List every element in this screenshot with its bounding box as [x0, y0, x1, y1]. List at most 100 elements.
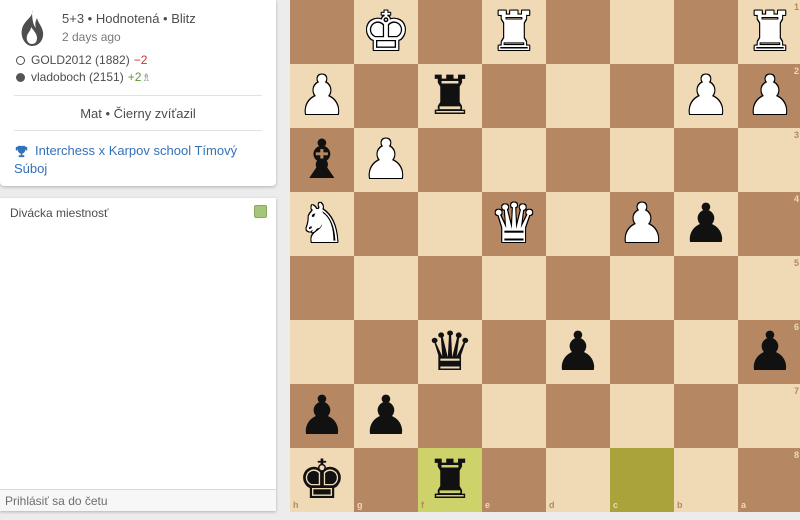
square-d1[interactable] [546, 0, 610, 64]
square-f7[interactable] [418, 384, 482, 448]
black-pawn-piece[interactable]: ♟ [290, 384, 354, 448]
square-g3[interactable]: ♟ [354, 128, 418, 192]
square-e5[interactable] [482, 256, 546, 320]
square-h3[interactable]: ♝ [290, 128, 354, 192]
chat-input[interactable] [0, 489, 276, 511]
square-b8[interactable]: b [674, 448, 738, 512]
black-pawn-piece[interactable]: ♟ [546, 320, 610, 384]
black-bishop-piece[interactable]: ♝ [290, 128, 354, 192]
square-g7[interactable]: ♟ [354, 384, 418, 448]
white-pawn-piece[interactable]: ♟ [738, 64, 800, 128]
square-c6[interactable] [610, 320, 674, 384]
square-d6[interactable]: ♟ [546, 320, 610, 384]
tournament-link[interactable]: Interchess x Karpov school Tímový Súboj [14, 142, 254, 178]
square-d2[interactable] [546, 64, 610, 128]
square-b1[interactable] [674, 0, 738, 64]
chess-board[interactable]: ♚ ♜ 1 ♜ ♟ ♜ ♟ 2 ♟ ♝ ♟ 3 ♞ ♛ ♟ ♟ 4 5 ♛ ♟ 6 ♟ ♟ ♟ 7 h ♚ g f ♜ e d c b 8 a [290, 0, 800, 520]
square-d4[interactable] [546, 192, 610, 256]
square-g8[interactable]: g [354, 448, 418, 512]
file-label: b [677, 500, 683, 510]
white-pawn-piece[interactable]: ♟ [674, 64, 738, 128]
square-h5[interactable] [290, 256, 354, 320]
square-h8[interactable]: h ♚ [290, 448, 354, 512]
square-b5[interactable] [674, 256, 738, 320]
square-a5[interactable]: 5 [738, 256, 800, 320]
square-a7[interactable]: 7 [738, 384, 800, 448]
square-a1[interactable]: 1 ♜ [738, 0, 800, 64]
square-d8[interactable]: d [546, 448, 610, 512]
square-h7[interactable]: ♟ [290, 384, 354, 448]
black-color-icon [16, 73, 25, 82]
rank-label: 4 [793, 194, 799, 204]
square-e2[interactable] [482, 64, 546, 128]
square-g5[interactable] [354, 256, 418, 320]
square-e6[interactable] [482, 320, 546, 384]
file-label: e [485, 500, 491, 510]
square-e8[interactable]: e [482, 448, 546, 512]
black-pawn-piece[interactable]: ♟ [674, 192, 738, 256]
square-e3[interactable] [482, 128, 546, 192]
black-rook-piece[interactable]: ♜ [418, 448, 482, 512]
square-a3[interactable]: 3 [738, 128, 800, 192]
spectator-chat: Divácka miestnosť [0, 198, 276, 511]
square-f3[interactable] [418, 128, 482, 192]
square-f1[interactable] [418, 0, 482, 64]
square-d3[interactable] [546, 128, 610, 192]
game-result: Mat • Čierny zvíťazil [80, 106, 196, 121]
black-player-name[interactable]: vladoboch (2151) [31, 70, 124, 84]
white-rook-piece[interactable]: ♜ [482, 0, 546, 64]
square-a4[interactable]: 4 [738, 192, 800, 256]
square-c5[interactable] [610, 256, 674, 320]
black-rook-piece[interactable]: ♜ [418, 64, 482, 128]
black-player[interactable]: vladoboch (2151) +2♗ [16, 70, 151, 84]
square-e1[interactable]: ♜ [482, 0, 546, 64]
white-pawn-piece[interactable]: ♟ [354, 128, 418, 192]
square-h6[interactable] [290, 320, 354, 384]
square-g1[interactable]: ♚ [354, 0, 418, 64]
square-a2[interactable]: 2 ♟ [738, 64, 800, 128]
square-f8[interactable]: f ♜ [418, 448, 482, 512]
square-b4[interactable]: ♟ [674, 192, 738, 256]
white-pawn-piece[interactable]: ♟ [610, 192, 674, 256]
square-b7[interactable] [674, 384, 738, 448]
square-b3[interactable] [674, 128, 738, 192]
square-g2[interactable] [354, 64, 418, 128]
black-pawn-piece[interactable]: ♟ [354, 384, 418, 448]
square-c2[interactable] [610, 64, 674, 128]
square-a6[interactable]: 6 ♟ [738, 320, 800, 384]
square-a8[interactable]: 8a [738, 448, 800, 512]
black-queen-piece[interactable]: ♛ [418, 320, 482, 384]
square-d7[interactable] [546, 384, 610, 448]
white-queen-piece[interactable]: ♛ [482, 192, 546, 256]
divider [14, 130, 262, 131]
white-player[interactable]: GOLD2012 (1882) −2 [16, 53, 147, 67]
square-f5[interactable] [418, 256, 482, 320]
square-e7[interactable] [482, 384, 546, 448]
square-f4[interactable] [418, 192, 482, 256]
black-king-piece[interactable]: ♚ [290, 448, 354, 512]
square-h2[interactable]: ♟ [290, 64, 354, 128]
white-player-name[interactable]: GOLD2012 (1882) [31, 53, 130, 67]
square-d5[interactable] [546, 256, 610, 320]
square-c1[interactable] [610, 0, 674, 64]
square-b2[interactable]: ♟ [674, 64, 738, 128]
square-f2[interactable]: ♜ [418, 64, 482, 128]
square-c8[interactable]: c [610, 448, 674, 512]
square-c3[interactable] [610, 128, 674, 192]
black-pawn-piece[interactable]: ♟ [738, 320, 800, 384]
square-h1[interactable] [290, 0, 354, 64]
square-c4[interactable]: ♟ [610, 192, 674, 256]
white-knight-piece[interactable]: ♞ [290, 192, 354, 256]
chat-toggle[interactable] [254, 205, 267, 218]
square-g6[interactable] [354, 320, 418, 384]
white-pawn-piece[interactable]: ♟ [290, 64, 354, 128]
game-info-card: 5+3 • Hodnotená • Blitz 2 days ago GOLD2… [0, 0, 276, 186]
square-b6[interactable] [674, 320, 738, 384]
square-e4[interactable]: ♛ [482, 192, 546, 256]
white-rook-piece[interactable]: ♜ [738, 0, 800, 64]
square-h4[interactable]: ♞ [290, 192, 354, 256]
white-king-piece[interactable]: ♚ [354, 0, 418, 64]
square-g4[interactable] [354, 192, 418, 256]
square-f6[interactable]: ♛ [418, 320, 482, 384]
square-c7[interactable] [610, 384, 674, 448]
